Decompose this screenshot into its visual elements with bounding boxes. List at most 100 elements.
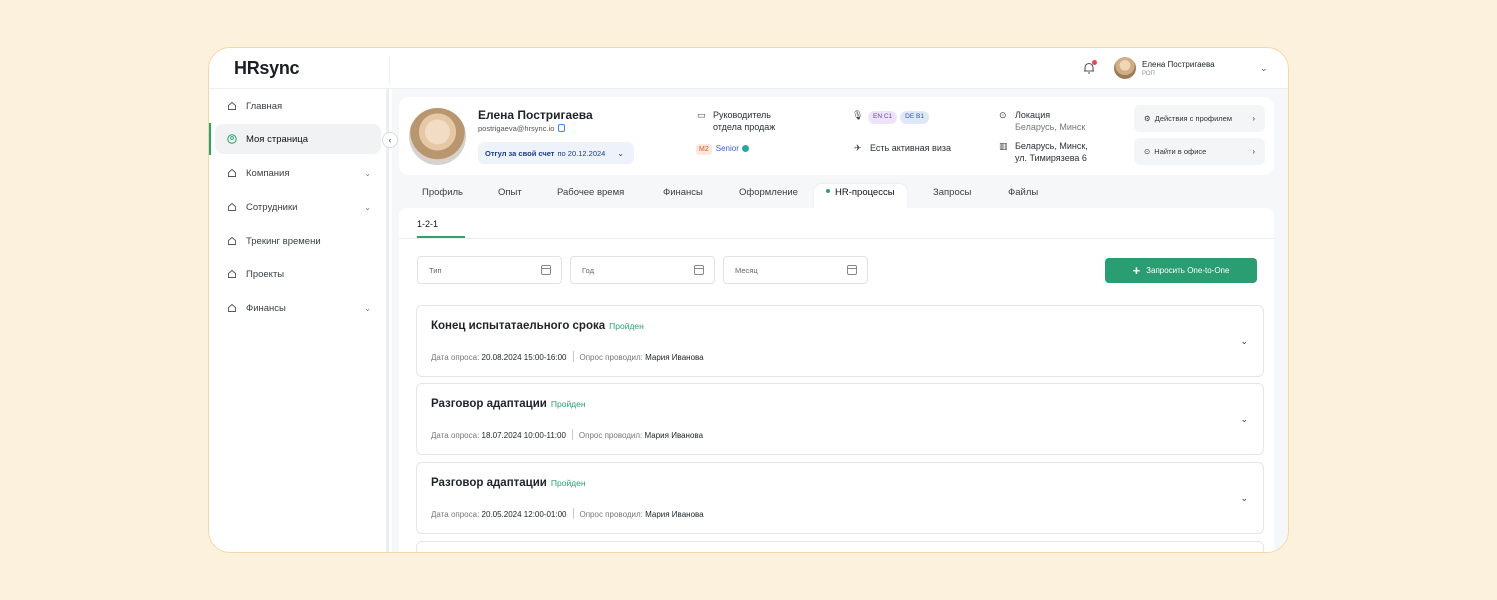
chevron-down-icon[interactable]: ⌄ <box>1260 63 1268 74</box>
status-badge: Пройден <box>609 321 644 331</box>
active-dot <box>826 189 830 193</box>
profile-actions-button[interactable]: ⚙ Действия с профилем › <box>1134 105 1265 132</box>
card-meta: Дата опроса: 20.05.2024 12:00-01:00 Опрос… <box>431 508 704 519</box>
divider <box>389 56 390 84</box>
tab-hr-processes[interactable]: HR-процессы <box>814 184 907 208</box>
chevron-down-icon: ⌄ <box>617 148 624 158</box>
conducted-by-value: Мария Иванова <box>644 431 704 440</box>
copy-icon[interactable] <box>558 124 566 132</box>
sidebar-item[interactable]: Проекты <box>215 259 381 289</box>
languages-info: 🎙︎ EN C1 DE B1 <box>852 109 932 124</box>
calendar-icon <box>694 265 704 275</box>
location-value: Беларусь, Минск <box>1015 122 1086 133</box>
hr-process-card[interactable] <box>416 541 1264 552</box>
home-icon <box>227 269 237 279</box>
tab-registration[interactable]: Оформление <box>739 184 798 208</box>
plane-icon: ✈︎ <box>854 143 862 153</box>
sidebar-item[interactable]: Финансы ⌄ <box>215 293 381 323</box>
sidebar-item-label: Трекинг времени <box>246 235 321 247</box>
chevron-down-icon[interactable]: ⌄ <box>1240 336 1248 347</box>
chevron-right-icon: › <box>1252 114 1255 123</box>
user-name: Елена Постригаева <box>1142 59 1215 69</box>
top-bar: HRsync Елена Постригаева РОП ⌄ <box>209 48 1288 89</box>
conducted-by-value: Мария Иванова <box>645 353 704 362</box>
language-pill-en: EN C1 <box>868 111 898 124</box>
conducted-by-label: Опрос проводил: <box>579 510 643 519</box>
hr-process-card[interactable]: Разговор адаптации Пройден Дата опроса: 18… <box>416 383 1264 455</box>
tab-requests[interactable]: Запросы <box>933 184 971 208</box>
building-icon: ▥ <box>999 141 1008 151</box>
sidebar-item[interactable]: Сотрудники ⌄ <box>215 192 381 222</box>
profile-email: postrigaeva@hrsync.io <box>478 124 566 133</box>
microphone-icon: 🎙︎ <box>852 110 864 120</box>
tab-profile[interactable]: Профиль <box>422 184 463 208</box>
collapse-sidebar-button[interactable]: ‹ <box>382 132 398 148</box>
type-filter-placeholder: Тип <box>429 265 442 275</box>
app-logo[interactable]: HRsync <box>234 58 300 79</box>
office-line1: Беларусь, Минск, <box>1015 141 1088 151</box>
type-filter[interactable]: Тип <box>417 256 562 284</box>
profile-card: Елена Постригаева postrigaeva@hrsync.io … <box>399 97 1274 175</box>
card-title-text: Разговор адаптации <box>431 398 547 410</box>
vacation-type: Отгул за свой счет <box>485 148 555 158</box>
request-button-label: Запросить One-to-One <box>1146 266 1230 275</box>
visa-info: ✈︎ Есть активная виза <box>854 142 951 154</box>
tab-work-time[interactable]: Рабочее время <box>557 184 624 208</box>
chevron-down-icon: ⌄ <box>364 303 371 313</box>
hr-process-card[interactable]: Конец испытатаельного срока Пройден Дата о… <box>416 305 1264 377</box>
tab-hr-processes-label: HR-процессы <box>835 187 895 198</box>
sidebar-item[interactable]: Моя страница <box>215 124 381 154</box>
card-title-text: Разговор адаптации <box>431 477 547 489</box>
email-text: postrigaeva@hrsync.io <box>478 124 555 133</box>
hr-process-card[interactable]: Разговор адаптации Пройден Дата опроса: 20… <box>416 462 1264 534</box>
calendar-icon <box>541 265 551 275</box>
home-icon <box>227 101 237 111</box>
tab-finance[interactable]: Финансы <box>663 184 703 208</box>
location-label: Локация <box>1015 110 1051 120</box>
vacation-dropdown[interactable]: Отгул за свой счет по 20.12.2024 ⌄ <box>478 142 634 164</box>
location-pin-icon: ⊙ <box>1144 147 1151 156</box>
date-label: Дата опроса: <box>431 431 480 440</box>
position-line2: отдела продаж <box>713 122 776 133</box>
notification-bell-icon[interactable] <box>1082 60 1097 75</box>
sidebar-item[interactable]: Компания ⌄ <box>215 158 381 188</box>
profile-avatar <box>409 108 466 165</box>
office-info: ▥ Беларусь, Минск, ул. Тимирязева 6 <box>999 140 1088 164</box>
calendar-icon <box>847 265 857 275</box>
sidebar-item[interactable]: Главная <box>215 91 381 121</box>
chevron-right-icon: › <box>1252 147 1255 156</box>
sidebar-item[interactable]: Трекинг времени <box>215 226 381 256</box>
card-title: Разговор адаптации Пройден <box>431 398 586 410</box>
grade-info: M2 Senior <box>696 142 749 156</box>
subtab-1-2-1[interactable]: 1-2-1 <box>417 219 438 229</box>
profile-actions-label: Действия с профилем <box>1154 114 1232 123</box>
location-pin-icon: ⊙ <box>999 110 1007 120</box>
card-title-text: Конец испытатаельного срока <box>431 320 606 332</box>
language-pill-de: DE B1 <box>900 111 929 124</box>
chevron-down-icon[interactable]: ⌄ <box>1240 414 1248 425</box>
briefcase-icon: ▭ <box>697 110 706 120</box>
user-menu[interactable]: Елена Постригаева РОП <box>1114 57 1215 79</box>
tab-experience[interactable]: Опыт <box>498 184 522 208</box>
date-value: 20.08.2024 15:00-16:00 <box>481 353 567 362</box>
card-meta: Дата опроса: 20.08.2024 15:00-16:00 Опрос… <box>431 351 704 362</box>
sidebar-item-label: Главная <box>246 100 283 112</box>
avatar <box>1114 57 1136 79</box>
chevron-down-icon[interactable]: ⌄ <box>1240 493 1248 504</box>
year-filter[interactable]: Год <box>570 256 715 284</box>
tab-files[interactable]: Файлы <box>1008 184 1038 208</box>
home-icon <box>227 303 237 313</box>
profile-tabs: Профиль Опыт Рабочее время Финансы Оформ… <box>399 184 1274 208</box>
month-filter[interactable]: Месяц <box>723 256 868 284</box>
grade-badge: M2 <box>696 144 712 156</box>
sidebar-item-label: Проекты <box>246 268 285 280</box>
date-value: 18.07.2024 10:00-11:00 <box>481 431 566 440</box>
sidebar-item-label: Финансы <box>246 302 286 314</box>
home-icon <box>227 168 237 178</box>
vacation-date: по 20.12.2024 <box>557 148 606 158</box>
sidebar-item-label: Сотрудники <box>246 201 298 213</box>
find-in-office-button[interactable]: ⊙ Найти в офисе › <box>1134 138 1265 165</box>
conducted-by-label: Опрос проводил: <box>579 353 643 362</box>
status-badge: Пройден <box>550 399 586 409</box>
request-one-to-one-button[interactable]: + Запросить One-to-One <box>1105 258 1257 283</box>
